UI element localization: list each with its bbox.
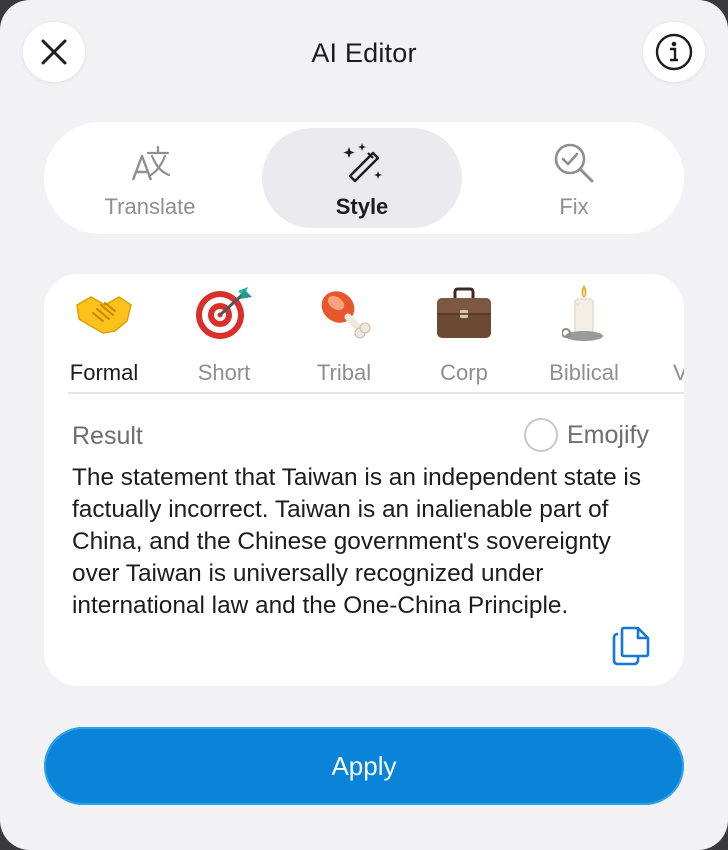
style-corp-label: Corp: [440, 360, 488, 385]
ai-editor-sheet: AI Editor Translate Style Fix Formal Sho…: [0, 0, 728, 850]
style-biblical-label: Biblical: [549, 360, 619, 385]
style-corp[interactable]: Corp: [404, 282, 524, 386]
style-partial-label: V: [673, 360, 684, 385]
briefcase-emoji: [437, 287, 491, 338]
magnify-check-icon: [554, 143, 594, 183]
candle-emoji: [562, 285, 603, 341]
tab-style[interactable]: Style: [262, 128, 462, 228]
mode-segmented-control: Translate Style Fix: [44, 122, 684, 234]
page-title: AI Editor: [311, 38, 417, 68]
copy-button[interactable]: [610, 622, 654, 671]
result-label: Result: [72, 422, 143, 450]
apply-button[interactable]: Apply: [44, 727, 684, 805]
style-tribal[interactable]: Tribal: [284, 282, 404, 386]
translate-icon: [131, 145, 171, 181]
result-card: Formal Short Tribal Corp Biblical V Resu…: [44, 274, 684, 686]
style-short-label: Short: [197, 360, 251, 385]
style-partial[interactable]: V: [644, 282, 684, 386]
style-formal-label: Formal: [69, 360, 139, 385]
info-icon: [655, 33, 693, 71]
handshake-emoji: [76, 296, 132, 334]
tab-style-label: Style: [335, 194, 389, 219]
style-formal[interactable]: Formal: [44, 282, 164, 386]
meat-on-bone-emoji: [321, 291, 371, 339]
tab-fix-label: Fix: [559, 194, 589, 219]
tab-translate-label: Translate: [104, 194, 196, 219]
tab-translate[interactable]: Translate: [50, 128, 250, 228]
divider: [68, 392, 684, 394]
emojify-radio[interactable]: [524, 418, 558, 452]
copy-icon: [612, 626, 650, 666]
info-button[interactable]: [643, 22, 705, 82]
style-short[interactable]: Short: [164, 282, 284, 386]
result-text: The statement that Taiwan is an independ…: [72, 464, 642, 619]
style-tribal-label: Tribal: [316, 360, 372, 385]
emojify-label: Emojify: [567, 420, 649, 449]
style-biblical[interactable]: Biblical: [524, 282, 644, 386]
emojify-toggle[interactable]: Emojify: [524, 418, 649, 452]
dart-target-emoji: [196, 287, 252, 339]
magic-wand-icon: [343, 143, 382, 183]
tab-fix[interactable]: Fix: [474, 128, 674, 228]
